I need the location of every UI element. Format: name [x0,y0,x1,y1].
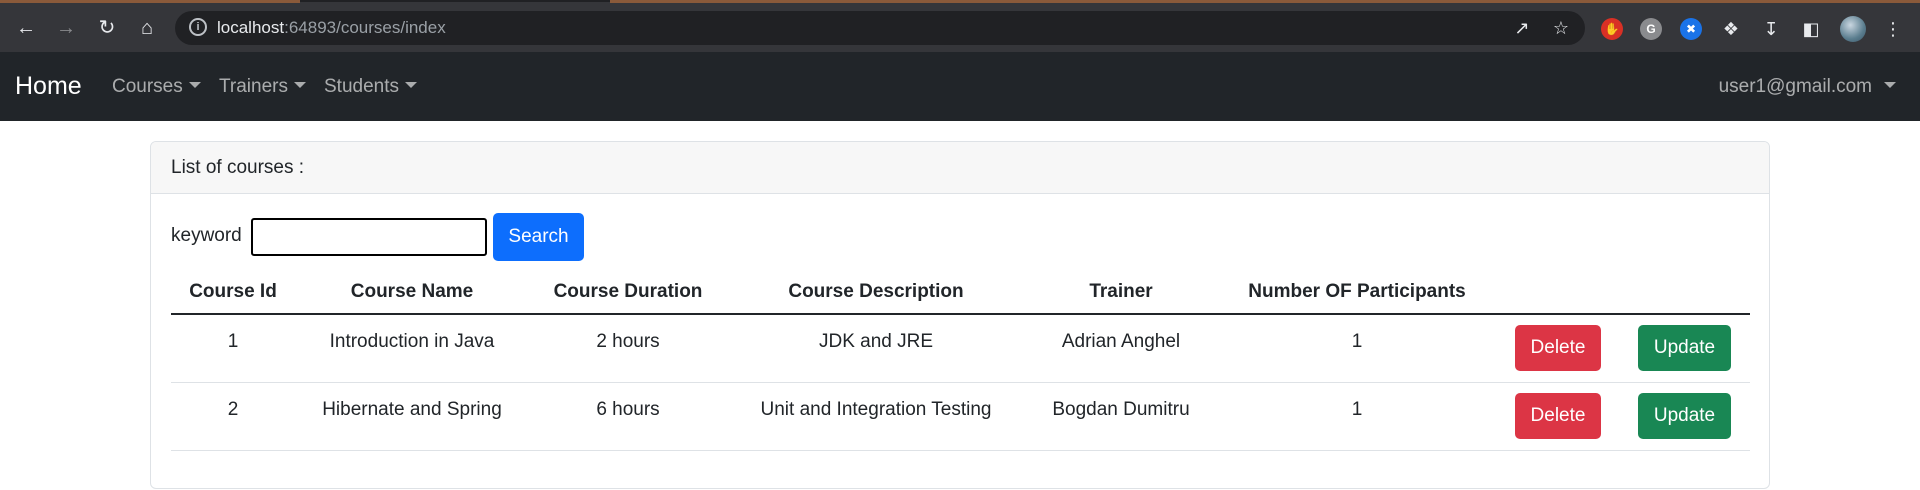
user-email: user1@gmail.com [1718,76,1872,97]
col-delete [1497,270,1619,315]
browser-menu-icon[interactable]: ⋮ [1881,17,1905,41]
download-icon[interactable]: ↧ [1759,17,1783,41]
cell-course-description: Unit and Integration Testing [727,382,1025,451]
extension-grammar-icon[interactable]: G [1640,18,1662,40]
keyword-label: keyword [171,225,242,246]
side-panel-icon[interactable]: ◧ [1799,17,1823,41]
col-trainer: Trainer [1025,270,1217,315]
chevron-down-icon [405,82,417,88]
cell-course-duration: 2 hours [529,314,727,383]
bookmark-star-icon[interactable]: ☆ [1550,17,1572,39]
cell-course-id: 2 [171,382,295,451]
col-course-duration: Course Duration [529,270,727,315]
col-course-name: Course Name [295,270,529,315]
col-course-description: Course Description [727,270,1025,315]
cell-delete: Delete [1497,382,1619,451]
chevron-down-icon [293,82,306,88]
courses-table: Course Id Course Name Course Duration Co… [171,270,1750,451]
back-arrow-icon[interactable]: ← [14,16,38,40]
tab-strip-edge [610,0,1920,3]
table-row: 1 Introduction in Java 2 hours JDK and J… [171,314,1750,383]
update-button[interactable]: Update [1637,325,1732,371]
col-participants: Number OF Participants [1217,270,1497,315]
url-text[interactable]: localhost:64893/courses/index [217,18,446,38]
cell-delete: Delete [1497,314,1619,383]
table-row: 2 Hibernate and Spring 6 hours Unit and … [171,382,1750,451]
cell-course-id: 1 [171,314,295,383]
courses-card: List of courses : keyword Search Course … [150,141,1770,489]
forward-arrow-icon[interactable]: → [54,16,78,40]
delete-button[interactable]: Delete [1514,392,1602,439]
reload-icon[interactable]: ↻ [95,16,119,40]
nav-trainers-label: Trainers [219,76,288,97]
col-update [1619,270,1750,315]
cell-participants: 1 [1217,382,1497,451]
col-course-id: Course Id [171,270,295,315]
cell-course-description: JDK and JRE [727,314,1025,383]
app-navbar: Home Courses Trainers Students user1@gma… [0,52,1920,121]
home-icon[interactable]: ⌂ [135,16,159,40]
nav-students-label: Students [324,76,399,97]
cell-trainer: Bogdan Dumitru [1025,382,1217,451]
cell-trainer: Adrian Anghel [1025,314,1217,383]
nav-courses-label: Courses [112,76,183,97]
cell-update: Update [1619,382,1750,451]
search-button[interactable]: Search [493,213,584,261]
update-button[interactable]: Update [1637,392,1732,439]
chevron-down-icon [188,82,201,88]
nav-trainers-dropdown[interactable]: Trainers [219,76,306,98]
user-dropdown[interactable]: user1@gmail.com [1719,76,1896,98]
address-bar[interactable]: i localhost:64893/courses/index ↗ ☆ [175,11,1585,45]
delete-button[interactable]: Delete [1514,325,1602,371]
cell-update: Update [1619,314,1750,383]
tab-strip-edge [0,0,300,3]
chevron-down-icon [1884,82,1896,88]
cell-course-name: Hibernate and Spring [295,382,529,451]
card-header: List of courses : [151,142,1769,194]
cell-course-name: Introduction in Java [295,314,529,383]
extension-tool-icon[interactable]: ✖ [1680,18,1702,40]
brand-home-link[interactable]: Home [15,72,82,101]
site-info-icon[interactable]: i [189,18,207,36]
nav-courses-dropdown[interactable]: Courses [112,76,201,98]
cell-course-duration: 6 hours [529,382,727,451]
extensions-puzzle-icon[interactable]: ❖ [1719,17,1743,41]
cell-participants: 1 [1217,314,1497,383]
browser-toolbar: ← → ↻ ⌂ i localhost:64893/courses/index … [0,0,1920,52]
profile-avatar[interactable] [1840,16,1866,42]
share-icon[interactable]: ↗ [1511,17,1533,39]
nav-students-dropdown[interactable]: Students [324,76,417,98]
table-header-row: Course Id Course Name Course Duration Co… [171,270,1750,315]
extension-stop-icon[interactable]: ✋ [1601,18,1623,40]
keyword-input[interactable] [251,218,487,256]
